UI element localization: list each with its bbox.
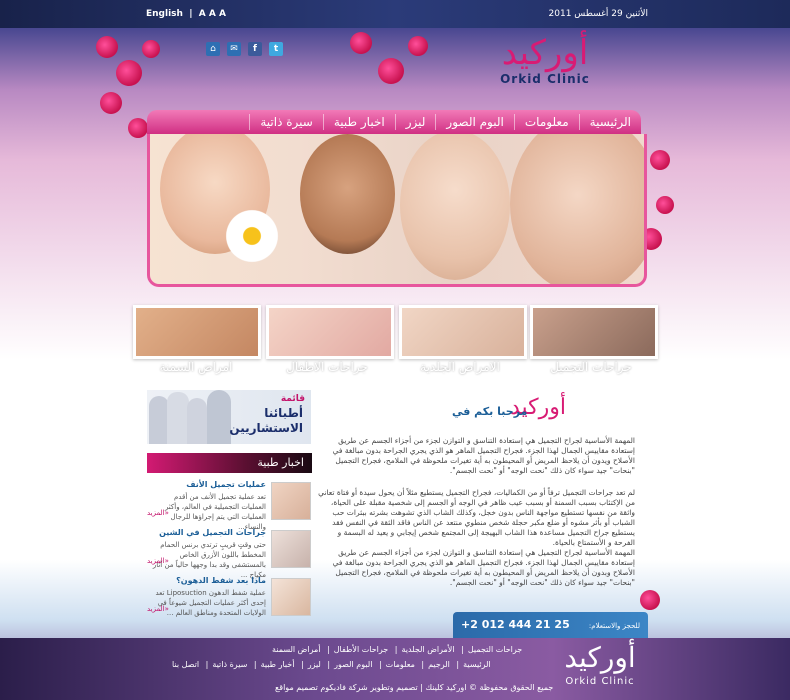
news-more-link[interactable]: المزيد» — [147, 605, 169, 613]
footer-link[interactable]: الرئيسية — [463, 660, 491, 669]
news-title[interactable]: عمليات تجميل الأنف — [186, 480, 266, 489]
thumb-obesity[interactable] — [133, 305, 261, 359]
news-item: ماذا بعد شفط الدهون؟ عملية شفط الدهون Li… — [147, 576, 312, 622]
intro-paragraph: لم تعد جراحات التجميل ترفاً أو من الكمال… — [318, 488, 635, 547]
news-title[interactable]: جراحات التجميل في الشين — [159, 528, 266, 537]
consultants-line2: الاستشاريين — [229, 421, 303, 435]
main-nav: الرئيسية معلومات البوم الصور ليزر اخبار … — [147, 110, 641, 134]
language-switch[interactable]: English | A A A — [146, 9, 226, 19]
copyright: جميع الحقوق محفوظة © اوركيد كلينك | تصمي… — [275, 683, 554, 692]
nav-item-info[interactable]: معلومات — [513, 114, 579, 130]
news-item: جراحات التجميل في الشين حتى وقتٍ قريبٍ ت… — [147, 528, 312, 579]
news-item: عمليات تجميل الأنف تعد عملية تجميل الأنف… — [147, 480, 312, 531]
service-thumbnails: جراحات التجميل الامراض الجلدية جراحات ال… — [133, 305, 658, 374]
footer-link[interactable]: سيرة ذاتية — [212, 660, 247, 669]
thumb-pediatric-surgery[interactable] — [266, 305, 394, 359]
footer-link[interactable]: الرجيم — [428, 660, 450, 669]
top-bar: English | A A A الأثنين 29 أغسطس 2011 — [0, 0, 790, 28]
consultants-badge: قائمة — [280, 394, 305, 404]
nav-item-biography[interactable]: سيرة ذاتية — [249, 114, 322, 130]
footer-logo-english: Orkid Clinic — [565, 676, 635, 687]
footer-link[interactable]: ليزر — [308, 660, 321, 669]
copyright-text: جميع الحقوق محفوظة © اوركيد كلينك — [425, 683, 554, 692]
hero-banner — [147, 134, 647, 287]
nav-item-medical-news[interactable]: اخبار طبية — [322, 114, 395, 130]
footer-links-services: جراحات التجميل| الأمراض الجلدية| جراحات … — [272, 645, 523, 654]
daisy-image — [222, 206, 282, 266]
logo-arabic: أوركيد — [501, 33, 589, 73]
text-size-controls[interactable]: A A A — [199, 9, 226, 19]
intro-paragraph: المهمة الأساسية لجراح التجميل هي إستعادة… — [332, 548, 635, 587]
footer-link[interactable]: جراحات الأطفال — [334, 645, 389, 654]
medical-news-title: اخبار طبية — [257, 456, 304, 469]
thumb-cosmetic-surgery[interactable] — [530, 305, 658, 359]
welcome-title: مرحبا بكم في — [452, 405, 528, 418]
footer-links-main: الرئيسية| الرجيم| معلومات| البوم الصور| … — [172, 660, 491, 669]
hero-model-face — [510, 134, 644, 284]
news-image[interactable] — [271, 530, 311, 568]
twitter-icon[interactable]: t — [269, 42, 283, 56]
doctor-figure-1 — [149, 396, 169, 444]
facebook-icon[interactable]: f — [248, 42, 262, 56]
news-image[interactable] — [271, 578, 311, 616]
caption-pediatric-surgery[interactable]: جراحات الاطفال — [264, 360, 390, 374]
doctor-figure-4 — [207, 390, 231, 444]
caption-cosmetic-surgery[interactable]: جراحات التجميل — [528, 360, 654, 374]
news-body: عملية شفط الدهون Liposuction تعد إحدى أك… — [155, 589, 267, 617]
news-more-link[interactable]: المزيد» — [147, 509, 169, 517]
news-image[interactable] — [271, 482, 311, 520]
intro-paragraph: المهمة الأساسية لجراح التجميل هي إستعادة… — [332, 436, 635, 475]
footer-logo: أوركيد Orkid Clinic — [545, 640, 655, 687]
footer-link[interactable]: جراحات التجميل — [468, 645, 522, 654]
news-more-link[interactable]: المزيد» — [147, 557, 169, 565]
english-link[interactable]: English — [146, 9, 183, 19]
footer-logo-arabic: أوركيد — [564, 641, 636, 674]
footer-link[interactable]: البوم الصور — [334, 660, 372, 669]
designer-credit[interactable]: تصميم وتطوير شركة فاديكوم تصميم مواقع — [275, 683, 418, 692]
current-date: الأثنين 29 أغسطس 2011 — [548, 9, 648, 19]
footer-link[interactable]: أمراض السمنة — [272, 645, 320, 654]
social-icons: ⌂ ✉ f t — [206, 42, 283, 56]
page: English | A A A الأثنين 29 أغسطس 2011 ⌂ … — [0, 0, 790, 700]
footer-link[interactable]: الأمراض الجلدية — [401, 645, 454, 654]
phone-number[interactable]: +2 012 444 21 25 — [461, 618, 570, 631]
nav-item-laser[interactable]: ليزر — [394, 114, 436, 130]
medical-news-header: اخبار طبية — [147, 453, 312, 473]
phone-label: للحجز والاستعلام: — [588, 622, 640, 630]
hero-doctor-face — [300, 134, 395, 254]
doctor-figure-3 — [187, 398, 207, 444]
doctor-figure-2 — [167, 392, 189, 444]
caption-obesity[interactable]: امراض السمنة — [133, 360, 259, 374]
consultants-title: أطبائنا الاستشاريين — [229, 406, 303, 436]
booking-phone-box: +2 012 444 21 25 للحجز والاستعلام: — [453, 612, 648, 638]
thumb-dermatology[interactable] — [399, 305, 527, 359]
footer-link[interactable]: أخبار طبية — [261, 660, 295, 669]
consultants-banner[interactable]: قائمة أطبائنا الاستشاريين — [147, 390, 311, 444]
nav-item-album[interactable]: البوم الصور — [435, 114, 513, 130]
caption-dermatology[interactable]: الامراض الجلدية — [397, 360, 523, 374]
consultants-line1: أطبائنا — [264, 406, 303, 420]
footer-link[interactable]: معلومات — [386, 660, 415, 669]
news-title[interactable]: ماذا بعد شفط الدهون؟ — [176, 576, 266, 585]
home-icon[interactable]: ⌂ — [206, 42, 220, 56]
footer-link[interactable]: اتصل بنا — [172, 660, 199, 669]
site-logo[interactable]: أوركيد Orkid Clinic — [480, 30, 610, 110]
nav-item-diet[interactable]: الرئيسية — [578, 114, 641, 130]
logo-english: Orkid Clinic — [500, 72, 590, 86]
mail-icon[interactable]: ✉ — [227, 42, 241, 56]
hero-baby-face — [400, 134, 510, 280]
